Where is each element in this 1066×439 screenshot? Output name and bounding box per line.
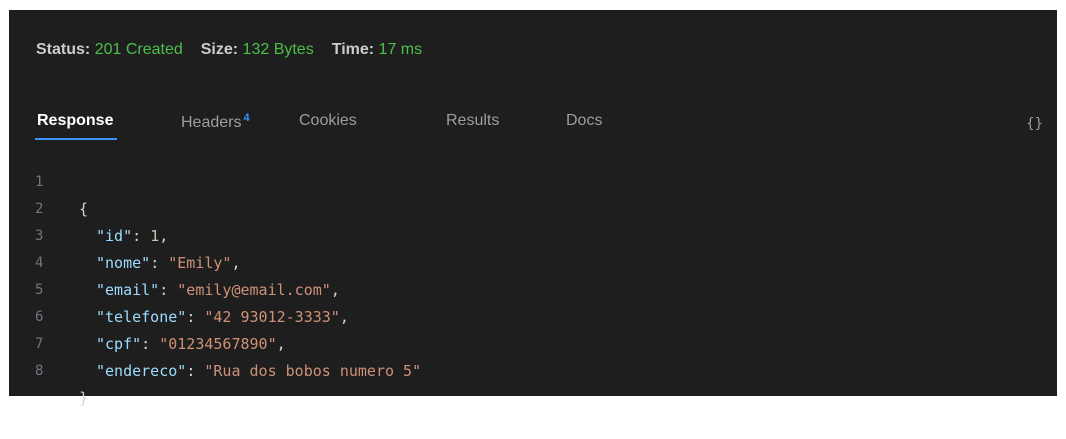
response-tabs: Response Headers 4 Cookies Results Docs bbox=[9, 102, 1057, 142]
line-content: "endereco": "Rua dos bobos numero 5" bbox=[96, 358, 421, 385]
size-value: 132 Bytes bbox=[242, 41, 314, 58]
tab-headers-label: Headers bbox=[181, 114, 242, 131]
tab-response[interactable]: Response bbox=[34, 112, 118, 140]
code-line: 2 "id": 1, bbox=[9, 169, 1057, 245]
tab-docs[interactable]: Docs bbox=[566, 112, 602, 130]
tab-headers[interactable]: Headers 4 bbox=[181, 112, 250, 132]
line-content: } bbox=[79, 385, 88, 412]
line-number: 8 bbox=[35, 363, 44, 379]
response-panel: Status: 201 Created Size: 132 Bytes Time… bbox=[9, 10, 1057, 407]
code-line: 5 "telefone": "42 93012-3333", bbox=[9, 250, 1057, 326]
tab-docs-label: Docs bbox=[566, 112, 603, 129]
time-stat: Time: 17 ms bbox=[332, 41, 422, 59]
format-braces-icon[interactable]: {} bbox=[1026, 116, 1043, 132]
code-viewer: 1 { 2 "id": 1, 3 "nome": "Emily", 4 "ema… bbox=[9, 142, 1057, 407]
status-bar: Status: 201 Created Size: 132 Bytes Time… bbox=[36, 40, 440, 60]
status-label: Status: bbox=[36, 41, 91, 58]
tab-cookies[interactable]: Cookies bbox=[299, 112, 357, 130]
code-line: 4 "email": "emily@email.com", bbox=[9, 223, 1057, 299]
json-separator: : bbox=[186, 362, 205, 380]
code-line: 6 "cpf": "01234567890", bbox=[9, 277, 1057, 353]
size-label: Size: bbox=[200, 41, 239, 58]
json-string: "Rua dos bobos numero 5" bbox=[204, 362, 422, 380]
code-line: 8 } bbox=[9, 331, 1057, 407]
time-value: 17 ms bbox=[378, 41, 423, 58]
json-key: "endereco" bbox=[96, 362, 187, 380]
status-value: 201 Created bbox=[94, 41, 183, 58]
close-brace: } bbox=[79, 389, 89, 407]
tab-results-label: Results bbox=[446, 112, 500, 129]
tab-response-label: Response bbox=[37, 112, 114, 129]
code-line: 1 { bbox=[9, 142, 1057, 218]
code-line: 3 "nome": "Emily", bbox=[9, 196, 1057, 272]
tab-results[interactable]: Results bbox=[446, 112, 499, 130]
time-label: Time: bbox=[331, 41, 375, 58]
code-line: 7 "endereco": "Rua dos bobos numero 5" bbox=[9, 304, 1057, 380]
size-stat: Size: 132 Bytes bbox=[201, 41, 314, 59]
headers-count-badge: 4 bbox=[243, 112, 250, 124]
tab-cookies-label: Cookies bbox=[299, 112, 357, 129]
status-stat: Status: 201 Created bbox=[36, 41, 183, 59]
